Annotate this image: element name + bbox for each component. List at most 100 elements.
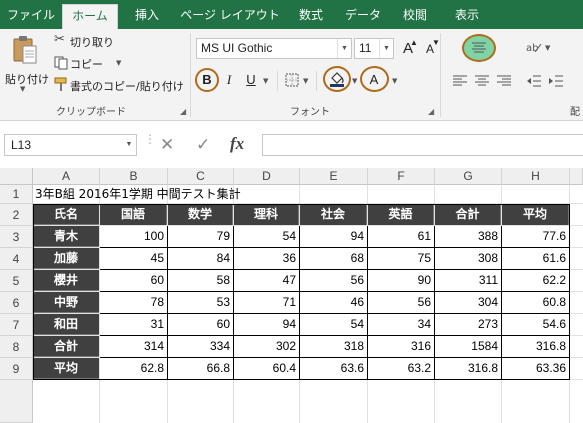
- table-cell[interactable]: 316.8: [435, 358, 501, 379]
- row-header[interactable]: 7: [0, 314, 33, 336]
- table-cell[interactable]: 388: [435, 226, 501, 247]
- table-header-cell[interactable]: 国語: [100, 204, 167, 225]
- tab-data[interactable]: データ: [340, 4, 386, 29]
- table-cell[interactable]: 273: [435, 314, 501, 335]
- cancel-icon[interactable]: ✕: [160, 135, 174, 155]
- sheet-title-cell[interactable]: 3年B組 2016年1学期 中間テスト集計: [35, 186, 241, 203]
- table-cell[interactable]: 61.6: [502, 248, 569, 269]
- tab-page-layout[interactable]: ページ レイアウト: [176, 4, 284, 29]
- italic-button[interactable]: I: [218, 69, 240, 91]
- table-cell[interactable]: 54.6: [502, 314, 569, 335]
- table-cell[interactable]: 63.36: [502, 358, 569, 379]
- table-cell[interactable]: 66.8: [168, 358, 233, 379]
- table-cell[interactable]: 45: [100, 248, 167, 269]
- paste-button[interactable]: 貼り付け ▼: [2, 33, 49, 95]
- table-cell[interactable]: 58: [168, 270, 233, 291]
- tab-file[interactable]: ファイル: [2, 4, 60, 29]
- table-cell[interactable]: 31: [100, 314, 167, 335]
- table-cell[interactable]: 56: [368, 292, 434, 313]
- table-cell[interactable]: 304: [435, 292, 501, 313]
- table-cell[interactable]: 1584: [435, 336, 501, 357]
- paste-dropdown-icon[interactable]: ▼: [20, 85, 25, 93]
- table-cell[interactable]: 318: [300, 336, 367, 357]
- align-center-icon[interactable]: [474, 74, 490, 88]
- align-top-icon[interactable]: [471, 40, 487, 56]
- tab-formulas[interactable]: 数式: [288, 4, 334, 29]
- borders-icon[interactable]: [285, 73, 299, 87]
- row-name-cell[interactable]: 中野: [33, 292, 99, 313]
- table-cell[interactable]: 60: [168, 314, 233, 335]
- table-header-cell[interactable]: 社会: [300, 204, 367, 225]
- borders-dropdown-icon[interactable]: ▼: [303, 77, 308, 85]
- align-left-icon[interactable]: [452, 74, 468, 88]
- column-header[interactable]: E: [300, 168, 368, 185]
- row-name-cell[interactable]: 櫻井: [33, 270, 99, 291]
- table-cell[interactable]: 47: [234, 270, 299, 291]
- table-header-cell[interactable]: 英語: [368, 204, 434, 225]
- table-cell[interactable]: 60.8: [502, 292, 569, 313]
- row-name-cell[interactable]: 合計: [33, 336, 99, 357]
- row-name-cell[interactable]: 加藤: [33, 248, 99, 269]
- table-cell[interactable]: 53: [168, 292, 233, 313]
- row-header-partial[interactable]: [0, 380, 33, 423]
- row-header[interactable]: 1: [0, 185, 33, 204]
- row-header[interactable]: 2: [0, 204, 33, 226]
- table-cell[interactable]: 302: [234, 336, 299, 357]
- column-header[interactable]: D: [234, 168, 300, 185]
- table-cell[interactable]: 56: [300, 270, 367, 291]
- tab-insert[interactable]: 挿入: [124, 4, 170, 29]
- table-cell[interactable]: 54: [234, 226, 299, 247]
- table-cell[interactable]: 77.6: [502, 226, 569, 247]
- format-painter-button[interactable]: 書式のコピー/貼り付け: [50, 76, 185, 94]
- table-cell[interactable]: 62.2: [502, 270, 569, 291]
- table-header-cell[interactable]: 理科: [234, 204, 299, 225]
- table-cell[interactable]: 54: [300, 314, 367, 335]
- formula-bar-grip-icon[interactable]: ⋮: [144, 133, 156, 145]
- table-cell[interactable]: 61: [368, 226, 434, 247]
- underline-button[interactable]: U: [240, 69, 262, 91]
- table-cell[interactable]: 79: [168, 226, 233, 247]
- table-cell[interactable]: 94: [300, 226, 367, 247]
- shrink-font-button[interactable]: A ▼: [419, 38, 441, 60]
- enter-icon[interactable]: ✓: [196, 135, 210, 155]
- increase-indent-icon[interactable]: [548, 74, 564, 88]
- table-cell[interactable]: 94: [234, 314, 299, 335]
- font-color-dropdown-icon[interactable]: ▼: [392, 77, 397, 85]
- table-cell[interactable]: 314: [100, 336, 167, 357]
- column-header-partial[interactable]: [570, 168, 583, 185]
- table-header-cell[interactable]: 合計: [435, 204, 501, 225]
- font-size-select[interactable]: 11 ▼: [354, 38, 394, 59]
- column-header[interactable]: G: [435, 168, 502, 185]
- table-cell[interactable]: 100: [100, 226, 167, 247]
- copy-button[interactable]: コピー ▼: [50, 54, 130, 72]
- table-cell[interactable]: 36: [234, 248, 299, 269]
- table-cell[interactable]: 90: [368, 270, 434, 291]
- table-cell[interactable]: 311: [435, 270, 501, 291]
- table-cell[interactable]: 34: [368, 314, 434, 335]
- table-cell[interactable]: 334: [168, 336, 233, 357]
- column-header[interactable]: H: [502, 168, 570, 185]
- font-launcher-icon[interactable]: ◢: [428, 107, 434, 116]
- table-cell[interactable]: 68: [300, 248, 367, 269]
- row-header[interactable]: 5: [0, 270, 33, 292]
- table-cell[interactable]: 63.2: [368, 358, 434, 379]
- table-cell[interactable]: 60.4: [234, 358, 299, 379]
- table-cell[interactable]: 71: [234, 292, 299, 313]
- formula-input[interactable]: [262, 134, 583, 156]
- row-header[interactable]: 8: [0, 336, 33, 358]
- table-header-cell[interactable]: 平均: [502, 204, 569, 225]
- grow-font-button[interactable]: A ▲: [397, 38, 419, 60]
- row-name-cell[interactable]: 青木: [33, 226, 99, 247]
- table-cell[interactable]: 63.6: [300, 358, 367, 379]
- tab-home[interactable]: ホーム: [62, 4, 118, 29]
- row-header[interactable]: 6: [0, 292, 33, 314]
- name-box[interactable]: L13 ▼: [4, 134, 137, 156]
- row-name-cell[interactable]: 平均: [33, 358, 99, 379]
- table-cell[interactable]: 46: [300, 292, 367, 313]
- align-right-icon[interactable]: [496, 74, 512, 88]
- table-header-cell[interactable]: 氏名: [33, 204, 99, 225]
- copy-dropdown-icon[interactable]: ▼: [116, 59, 121, 67]
- table-cell[interactable]: 60: [100, 270, 167, 291]
- table-cell[interactable]: 308: [435, 248, 501, 269]
- select-all-corner[interactable]: [0, 168, 33, 185]
